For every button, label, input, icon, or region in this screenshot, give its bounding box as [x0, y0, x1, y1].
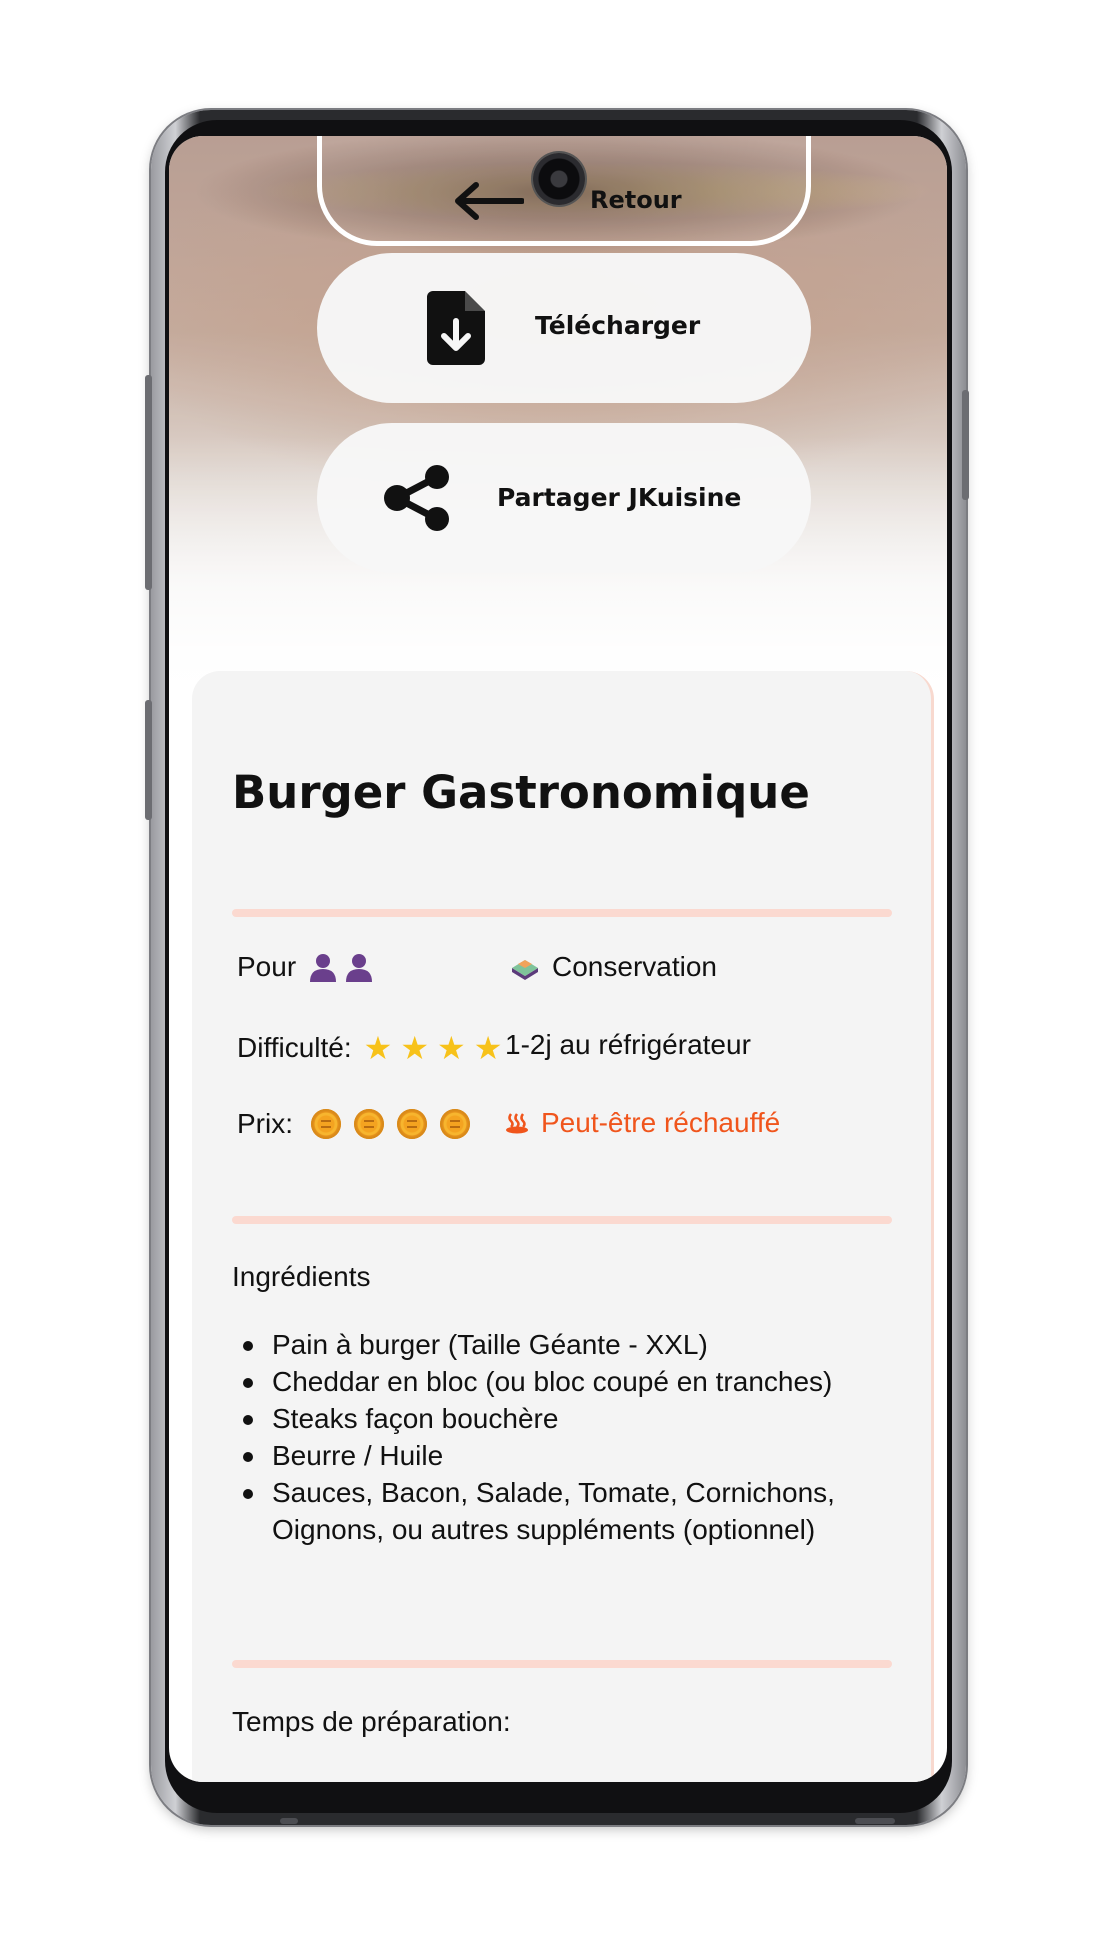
- ingredient-item: Cheddar en bloc (ou bloc coupé en tranch…: [232, 1363, 872, 1400]
- ingredients-title: Ingrédients: [232, 1261, 371, 1292]
- volume-button: [145, 375, 152, 590]
- download-label: Télécharger: [535, 311, 701, 340]
- price-row: Prix:: [237, 1108, 470, 1140]
- servings-icons: [308, 952, 374, 982]
- conservation-value: 1-2j au réfrigérateur: [505, 1029, 751, 1060]
- reheat-label: Peut-être réchauffé: [541, 1107, 781, 1138]
- reheat-row: Peut-être réchauffé: [505, 1107, 780, 1139]
- share-icon: [384, 465, 449, 531]
- servings-label: Pour: [237, 951, 297, 982]
- price-label: Prix:: [237, 1108, 293, 1139]
- ingredient-item: Beurre / Huile: [232, 1437, 872, 1474]
- recipe-title: Burger Gastronomique: [232, 766, 810, 819]
- download-button[interactable]: Télécharger: [317, 253, 811, 403]
- difficulty-stars: ★ ★ ★ ★: [364, 1029, 503, 1067]
- star-icon: ★: [363, 1030, 393, 1066]
- prep-time-title: Temps de préparation:: [232, 1706, 511, 1737]
- star-icon: ★: [437, 1030, 466, 1066]
- bixby-button: [145, 700, 152, 820]
- share-button[interactable]: Partager JKuisine: [317, 423, 811, 573]
- app-screen: Retour Télécharger Partager JKuisine Bur…: [169, 136, 947, 1782]
- coin-icon: [397, 1109, 427, 1139]
- divider: [232, 1216, 892, 1224]
- conservation-label: Conservation: [552, 951, 717, 982]
- difficulty-row: Difficulté: ★ ★ ★ ★: [237, 1029, 502, 1067]
- person-icon: [346, 954, 373, 982]
- arrow-left-icon: [455, 182, 524, 220]
- conservation-row: Conservation: [510, 951, 717, 983]
- divider: [232, 909, 892, 917]
- front-camera: [533, 153, 585, 205]
- share-label: Partager JKuisine: [497, 483, 742, 512]
- file-download-icon: [427, 291, 485, 365]
- difficulty-label: Difficulté:: [237, 1032, 352, 1063]
- ingredient-item: Sauces, Bacon, Salade, Tomate, Cornichon…: [232, 1474, 872, 1548]
- recipe-card: Burger Gastronomique Pour Conservation D…: [192, 671, 934, 1782]
- star-icon: ★: [473, 1030, 503, 1066]
- ingredient-item: Steaks façon bouchère: [232, 1400, 872, 1437]
- coin-icon: [354, 1109, 384, 1139]
- coin-icon: [440, 1109, 470, 1139]
- price-coins: [311, 1109, 470, 1139]
- storage-box-icon: [512, 960, 538, 980]
- power-button: [962, 390, 969, 500]
- coin-icon: [311, 1109, 341, 1139]
- ingredient-item: Pain à burger (Taille Géante - XXL): [232, 1326, 872, 1363]
- microphone-port: [280, 1818, 298, 1824]
- speaker-port: [855, 1818, 895, 1824]
- divider: [232, 1660, 892, 1668]
- person-icon: [310, 954, 337, 982]
- star-icon: ★: [400, 1030, 430, 1066]
- ingredients-list: Pain à burger (Taille Géante - XXL) Ched…: [232, 1326, 872, 1548]
- back-label: Retour: [590, 186, 682, 214]
- hot-icon: [506, 1113, 528, 1134]
- servings-row: Pour: [237, 951, 374, 983]
